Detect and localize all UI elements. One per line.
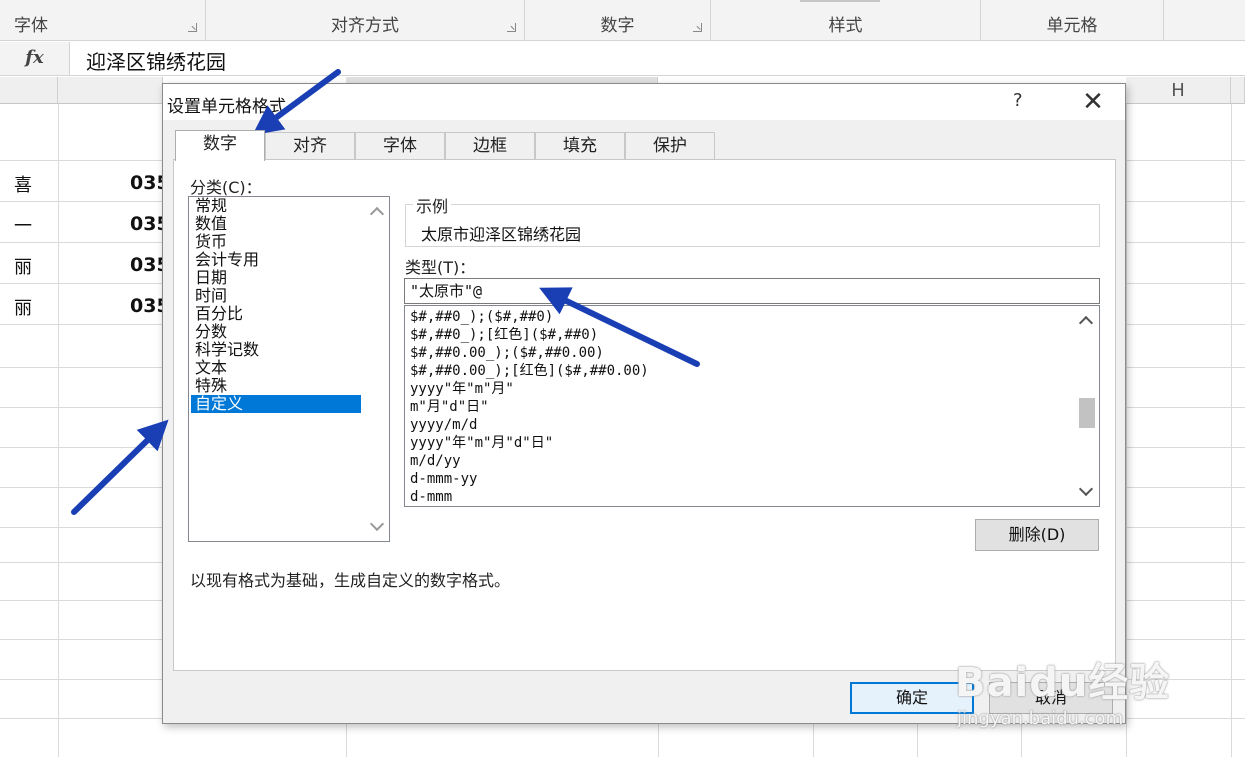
format-code-item[interactable]: yyyy"年"m"月"d"日" (410, 434, 553, 452)
ribbon-group-label: 对齐方式 (331, 16, 399, 36)
category-item[interactable]: 日期 (191, 269, 361, 287)
format-code-item[interactable]: m"月"d"日" (410, 398, 489, 416)
watermark-url: jingyan.baidu.com (957, 708, 1124, 729)
ribbon-group-label: 样式 (828, 16, 863, 36)
category-item[interactable]: 分数 (191, 323, 361, 341)
category-item[interactable]: 特殊 (191, 377, 361, 395)
category-list[interactable]: 常规 数值 货币 会计专用 日期 时间 百分比 分数 科学记数 文本 特殊 自定… (188, 196, 390, 542)
scroll-up-icon[interactable] (1079, 314, 1091, 326)
format-code-item[interactable]: yyyy/m/d (410, 416, 477, 434)
tab-alignment[interactable]: 对齐 (265, 132, 355, 160)
ribbon-group-label: 单元格 (1046, 16, 1098, 36)
ribbon-group-cells: 单元格 (981, 0, 1164, 41)
tab-fill[interactable]: 填充 (535, 132, 625, 160)
ribbon-group-label: 字体 (14, 16, 48, 36)
format-code-item[interactable]: $#,##0_);[红色]($#,##0) (410, 326, 598, 344)
column-header-h[interactable]: H (1126, 77, 1231, 104)
ribbon-group-label: 数字 (600, 16, 635, 36)
category-item[interactable]: 数值 (191, 215, 361, 233)
category-item-selected[interactable]: 自定义 (191, 395, 361, 413)
category-item[interactable]: 文本 (191, 359, 361, 377)
dialog-title: 设置单元格格式 (167, 97, 286, 117)
watermark-brand: Baidu经验 (955, 660, 1171, 706)
ribbon-group-alignment: 对齐方式 (206, 0, 525, 41)
baidu-watermark: Baidu经验 jingyan.baidu.com (955, 650, 1170, 729)
category-item[interactable]: 时间 (191, 287, 361, 305)
ribbon-group-labels: 字体 对齐方式 数字 样式 单元格 (0, 0, 1245, 41)
column-header[interactable] (58, 77, 163, 104)
format-cells-dialog: 设置单元格格式 ? ✕ 数字 对齐 字体 边框 填充 保护 分类(C)： 常规 … (162, 83, 1126, 724)
format-list-scrollbar[interactable] (1074, 306, 1099, 506)
format-code-item[interactable]: m/d/yy (410, 452, 461, 470)
formula-bar: fx 迎泽区锦绣花园 (0, 42, 1245, 76)
tab-protection[interactable]: 保护 (625, 132, 715, 160)
function-icon[interactable]: fx (0, 42, 70, 75)
select-all-corner[interactable] (0, 77, 58, 104)
cell-a[interactable]: 丽 (14, 294, 32, 320)
category-item[interactable]: 科学记数 (191, 341, 361, 359)
formula-input[interactable]: 迎泽区锦绣花园 (86, 46, 226, 75)
dialog-launcher-icon[interactable] (693, 23, 702, 32)
category-item[interactable]: 常规 (191, 197, 361, 215)
scroll-thumb[interactable] (1079, 398, 1095, 428)
format-code-item[interactable]: d-mmm (410, 488, 452, 506)
tab-font[interactable]: 字体 (355, 132, 445, 160)
format-code-item[interactable]: yyyy"年"m"月" (410, 380, 514, 398)
format-code-item[interactable]: d-mmm-yy (410, 470, 477, 488)
tab-border[interactable]: 边框 (445, 132, 535, 160)
scroll-up-icon[interactable] (370, 205, 382, 217)
dialog-title-bar: 设置单元格格式 ? ✕ (163, 84, 1125, 120)
scroll-down-icon[interactable] (1079, 486, 1091, 498)
cell-a[interactable]: 丽 (14, 253, 32, 279)
ribbon-group-font: 字体 (0, 0, 206, 41)
type-label: 类型(T)： (405, 258, 476, 277)
type-input[interactable]: "太原市"@ (404, 278, 1100, 304)
format-code-item[interactable]: $#,##0_);($#,##0) (410, 308, 553, 326)
sample-value: 太原市迎泽区锦绣花园 (421, 225, 582, 244)
help-button[interactable]: ? (1013, 90, 1023, 111)
cell-a[interactable]: 一 (14, 212, 32, 238)
ribbon-group-styles: 样式 (711, 0, 981, 41)
cell-a[interactable]: 喜 (14, 171, 32, 197)
column-header[interactable] (1231, 77, 1245, 104)
dialog-launcher-icon[interactable] (507, 23, 516, 32)
category-item[interactable]: 百分比 (191, 305, 361, 323)
category-scrollbar[interactable] (365, 197, 389, 541)
format-code-list[interactable]: $#,##0_);($#,##0) $#,##0_);[红色]($#,##0) … (404, 305, 1100, 507)
format-code-item[interactable]: $#,##0.00_);($#,##0.00) (410, 344, 604, 362)
delete-button[interactable]: 删除(D) (975, 519, 1099, 551)
close-icon[interactable]: ✕ (1073, 86, 1113, 118)
dialog-launcher-icon[interactable] (188, 23, 197, 32)
scroll-down-icon[interactable] (370, 521, 382, 533)
category-label: 分类(C)： (190, 178, 262, 197)
tab-number[interactable]: 数字 (175, 130, 265, 161)
format-code-item[interactable]: $#,##0.00_);[红色]($#,##0.00) (410, 362, 649, 380)
category-item[interactable]: 会计专用 (191, 251, 361, 269)
description-text: 以现有格式为基础，生成自定义的数字格式。 (190, 571, 511, 590)
sample-label: 示例 (413, 193, 452, 217)
ribbon-group-number: 数字 (525, 0, 711, 41)
category-item[interactable]: 货币 (191, 233, 361, 251)
